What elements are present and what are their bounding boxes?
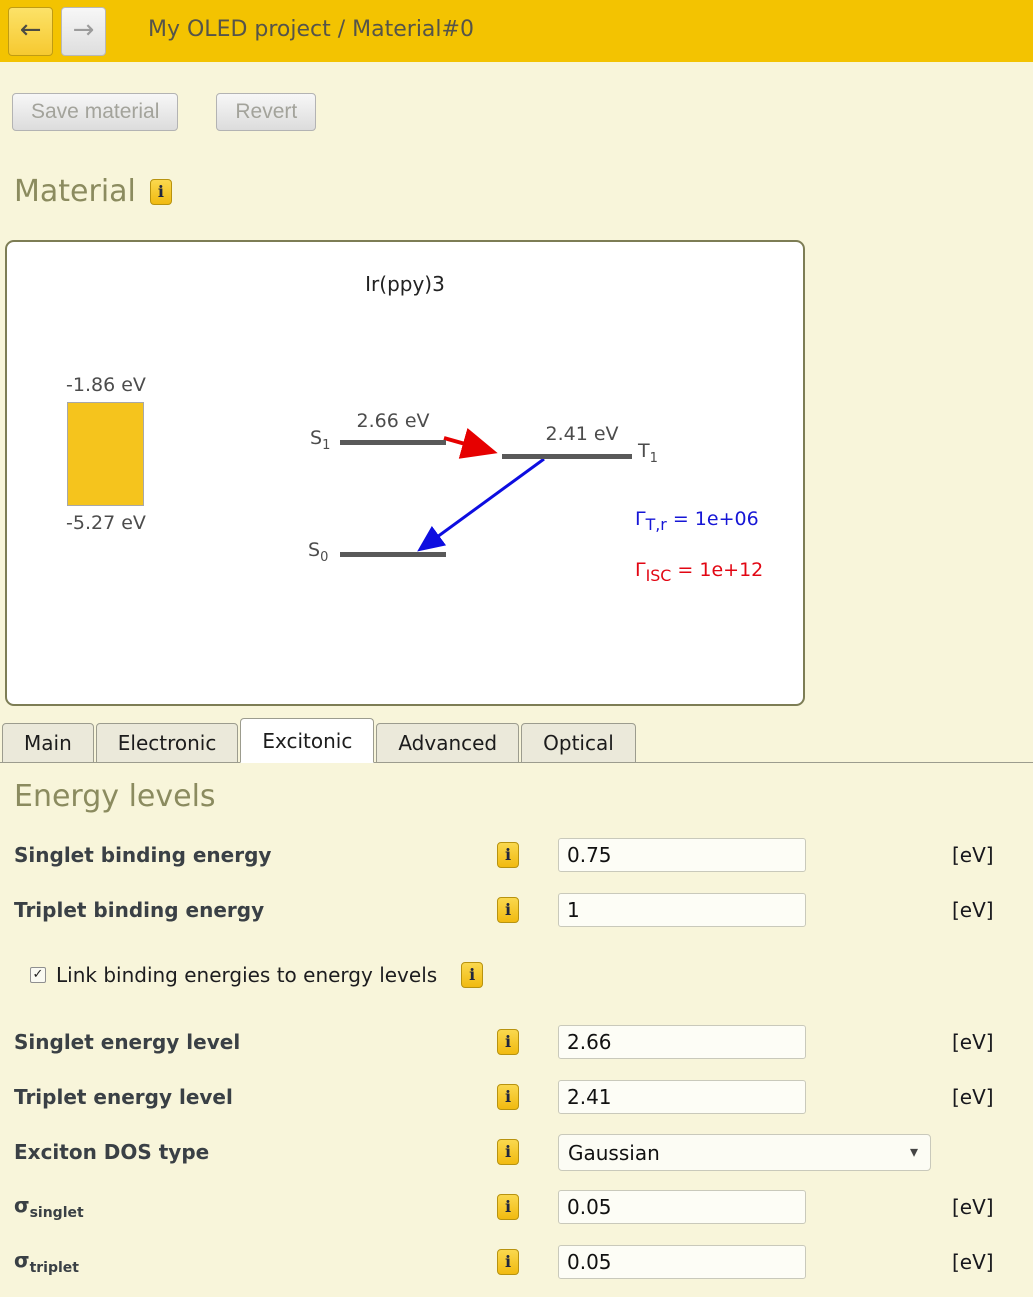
t1-energy-value: 2.41 eV — [522, 423, 642, 445]
save-material-button[interactable]: Save material — [12, 93, 178, 131]
sigma-singlet-row: σsinglet i [eV] — [0, 1189, 1033, 1225]
material-tabs: Main Electronic Excitonic Advanced Optic… — [0, 717, 1033, 763]
exciton-dos-type-select[interactable]: Gaussian ▾ — [558, 1134, 931, 1171]
singlet-energy-level-input[interactable] — [558, 1025, 806, 1059]
forward-button[interactable]: → — [61, 7, 106, 56]
section-title: Energy levels — [14, 779, 216, 814]
breadcrumb-title: My OLED project / Material#0 — [148, 17, 474, 42]
tab-advanced[interactable]: Advanced — [376, 723, 519, 763]
triplet-energy-level-label: Triplet energy level — [14, 1085, 484, 1109]
title-bar: ← → My OLED project / Material#0 — [0, 0, 1033, 62]
link-binding-checkbox[interactable]: ✓ — [30, 967, 46, 983]
s1-level-bar — [340, 440, 446, 445]
s1-label: S1 — [310, 427, 330, 453]
singlet-binding-energy-label: Singlet binding energy — [14, 843, 484, 867]
singlet-level-unit: [eV] — [952, 1030, 994, 1054]
sigma-singlet-info-icon[interactable]: i — [497, 1194, 519, 1220]
triplet-binding-info-icon[interactable]: i — [497, 897, 519, 923]
sigma-singlet-input[interactable] — [558, 1190, 806, 1224]
exciton-dos-type-row: Exciton DOS type i Gaussian ▾ — [0, 1134, 1033, 1170]
tab-main[interactable]: Main — [2, 723, 94, 763]
t1-level-bar — [502, 454, 632, 459]
energy-diagram-panel: Ir(ppy)3 -1.86 eV -5.27 eV S1 T1 S0 2.66… — [5, 240, 805, 706]
triplet-energy-level-input[interactable] — [558, 1080, 806, 1114]
link-binding-checkbox-label[interactable]: Link binding energies to energy levels — [56, 963, 437, 987]
forward-arrow-icon: → — [73, 15, 95, 45]
material-info-icon[interactable]: i — [150, 179, 172, 205]
emission-arrow — [422, 459, 544, 548]
link-binding-info-icon[interactable]: i — [461, 962, 483, 988]
excitonic-tab-content: Energy levels Singlet binding energy i [… — [0, 763, 1033, 1297]
sigma-triplet-input[interactable] — [558, 1245, 806, 1279]
transition-arrows — [7, 242, 803, 704]
tab-excitonic[interactable]: Excitonic — [240, 718, 374, 763]
triplet-binding-energy-label: Triplet binding energy — [14, 898, 484, 922]
s1-energy-value: 2.66 eV — [340, 410, 446, 432]
singlet-energy-level-label: Singlet energy level — [14, 1030, 484, 1054]
singlet-binding-info-icon[interactable]: i — [497, 842, 519, 868]
triplet-binding-unit: [eV] — [952, 898, 994, 922]
exciton-dos-type-label: Exciton DOS type — [14, 1140, 484, 1164]
singlet-energy-level-row: Singlet energy level i [eV] — [0, 1024, 1033, 1060]
triplet-binding-energy-row: Triplet binding energy i [eV] — [0, 892, 1033, 928]
triplet-radiative-rate: ΓT,r = 1e+06 — [635, 508, 759, 534]
back-button[interactable]: ← — [8, 7, 53, 56]
isc-arrow — [444, 438, 490, 451]
dos-type-info-icon[interactable]: i — [497, 1139, 519, 1165]
sigma-triplet-label: σtriplet — [14, 1248, 484, 1276]
s0-level-bar — [340, 552, 446, 557]
link-binding-energies-row: ✓ Link binding energies to energy levels… — [0, 959, 1033, 991]
action-buttons: Save material Revert — [12, 93, 316, 131]
sigma-triplet-row: σtriplet i [eV] — [0, 1244, 1033, 1280]
sigma-singlet-unit: [eV] — [952, 1195, 994, 1219]
chevron-down-icon: ▾ — [910, 1142, 918, 1161]
sigma-singlet-label: σsinglet — [14, 1193, 484, 1221]
sigma-triplet-info-icon[interactable]: i — [497, 1249, 519, 1275]
revert-button[interactable]: Revert — [216, 93, 316, 131]
tab-electronic[interactable]: Electronic — [96, 723, 239, 763]
triplet-binding-energy-input[interactable] — [558, 893, 806, 927]
singlet-level-info-icon[interactable]: i — [497, 1029, 519, 1055]
singlet-binding-energy-row: Singlet binding energy i [eV] — [0, 837, 1033, 873]
triplet-level-unit: [eV] — [952, 1085, 994, 1109]
singlet-binding-energy-input[interactable] — [558, 838, 806, 872]
dos-type-selected-value: Gaussian — [568, 1141, 660, 1165]
sigma-triplet-unit: [eV] — [952, 1250, 994, 1274]
isc-rate: ΓISC = 1e+12 — [635, 559, 763, 585]
triplet-energy-level-row: Triplet energy level i [eV] — [0, 1079, 1033, 1115]
back-arrow-icon: ← — [20, 15, 42, 45]
page-title: Material — [14, 174, 136, 209]
triplet-level-info-icon[interactable]: i — [497, 1084, 519, 1110]
s0-label: S0 — [308, 539, 328, 565]
material-heading-row: Material i — [14, 174, 172, 209]
tab-optical[interactable]: Optical — [521, 723, 636, 763]
singlet-binding-unit: [eV] — [952, 843, 994, 867]
